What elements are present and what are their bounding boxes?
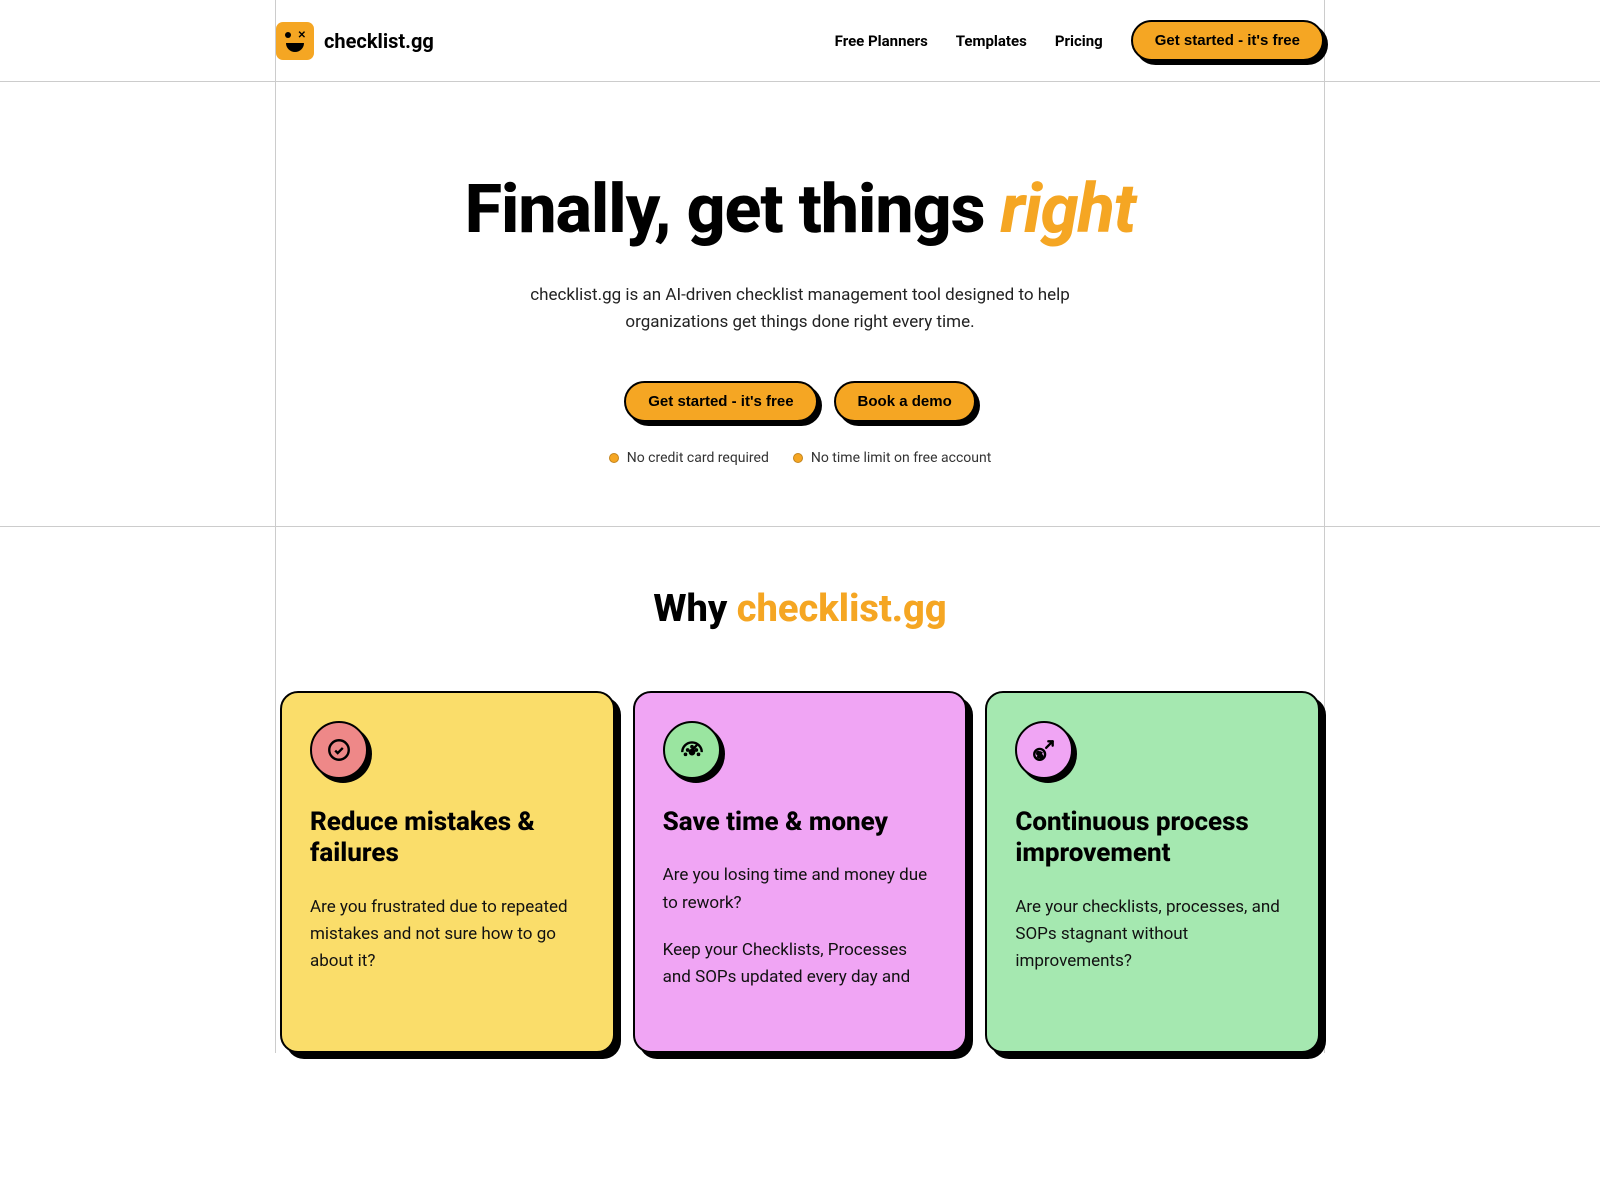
nav-pricing[interactable]: Pricing xyxy=(1055,32,1103,50)
card-title: Continuous process improvement xyxy=(1015,807,1290,869)
logo-text: checklist.gg xyxy=(324,29,434,53)
why-title-prefix: Why xyxy=(653,587,736,631)
card-title: Reduce mistakes & failures xyxy=(310,807,585,869)
hero-bullet-2: No time limit on free account xyxy=(793,450,991,466)
logo[interactable]: ✕ checklist.gg xyxy=(276,22,434,60)
card-title: Save time & money xyxy=(663,807,938,838)
hero: Finally, get things right checklist.gg i… xyxy=(276,82,1324,526)
hero-title-highlight: right xyxy=(1000,169,1135,249)
check-icon xyxy=(310,721,368,779)
card-save-time: Save time & money Are you losing time an… xyxy=(633,691,968,1053)
hero-bullets: No credit card required No time limit on… xyxy=(316,450,1284,466)
card-text: Are you frustrated due to repeated mista… xyxy=(310,894,585,976)
hero-get-started-button[interactable]: Get started - it's free xyxy=(624,381,817,422)
why-title: Why checklist.gg xyxy=(276,587,1324,631)
hero-buttons: Get started - it's free Book a demo xyxy=(316,381,1284,422)
hero-title: Finally, get things right xyxy=(316,172,1284,247)
bullet-icon xyxy=(609,453,619,463)
card-continuous-improvement: % Continuous process improvement Are you… xyxy=(985,691,1320,1053)
nav-free-planners[interactable]: Free Planners xyxy=(835,32,928,50)
gauge-icon xyxy=(663,721,721,779)
card-text: Keep your Checklists, Processes and SOPs… xyxy=(663,937,938,991)
header-cta-button[interactable]: Get started - it's free xyxy=(1131,20,1324,61)
hero-title-prefix: Finally, get things xyxy=(465,169,1001,249)
nav-templates[interactable]: Templates xyxy=(956,32,1027,50)
growth-icon: % xyxy=(1015,721,1073,779)
hero-bullet-1-text: No credit card required xyxy=(627,450,769,466)
why-section: Why checklist.gg Reduce mistakes & failu… xyxy=(276,527,1324,1053)
cards-row: Reduce mistakes & failures Are you frust… xyxy=(276,691,1324,1053)
header: ✕ checklist.gg Free Planners Templates P… xyxy=(276,0,1324,81)
nav: Free Planners Templates Pricing Get star… xyxy=(835,20,1324,61)
hero-subtitle: checklist.gg is an AI-driven checklist m… xyxy=(480,282,1120,336)
card-text: Are your checklists, processes, and SOPs… xyxy=(1015,894,1290,976)
card-reduce-mistakes: Reduce mistakes & failures Are you frust… xyxy=(280,691,615,1053)
card-text: Are you losing time and money due to rew… xyxy=(663,862,938,916)
why-title-highlight: checklist.gg xyxy=(737,587,947,631)
hero-book-demo-button[interactable]: Book a demo xyxy=(834,381,976,422)
logo-icon: ✕ xyxy=(276,22,314,60)
bullet-icon xyxy=(793,453,803,463)
hero-bullet-1: No credit card required xyxy=(609,450,769,466)
svg-text:%: % xyxy=(1037,751,1043,760)
hero-bullet-2-text: No time limit on free account xyxy=(811,450,991,466)
